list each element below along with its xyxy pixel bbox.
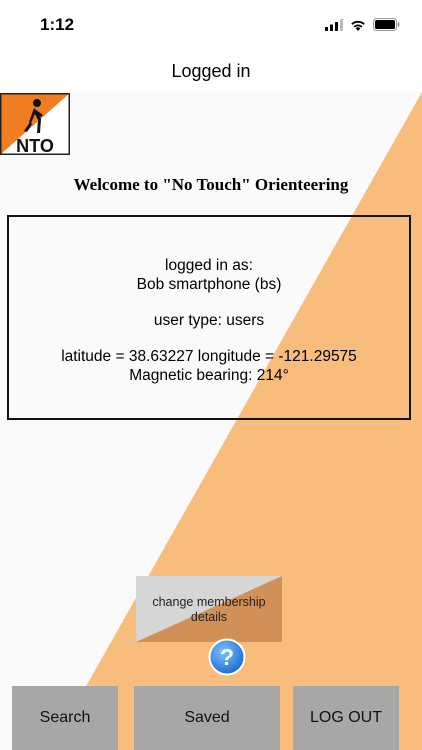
change-membership-label: change membership details <box>152 595 266 624</box>
change-membership-button[interactable]: change membership details <box>136 576 282 642</box>
battery-icon <box>373 18 400 31</box>
question-mark-icon: ? <box>208 638 246 676</box>
search-button[interactable]: Search <box>12 686 118 750</box>
user-info-box: logged in as: Bob smartphone (bs) user t… <box>7 215 411 420</box>
status-icons <box>325 18 400 31</box>
main-content: NTO Welcome to "No Touch" Orienteering l… <box>0 92 422 750</box>
logged-in-as-label: logged in as: <box>165 257 253 274</box>
status-time: 1:12 <box>40 15 75 34</box>
logout-button[interactable]: LOG OUT <box>293 686 399 750</box>
nto-logo: NTO <box>0 93 70 156</box>
user-type: user type: users <box>153 312 265 329</box>
nav-bar: Logged in <box>0 50 422 92</box>
saved-button[interactable]: Saved <box>134 686 280 750</box>
page-title: Logged in <box>171 61 251 81</box>
cellular-signal-icon <box>325 18 343 31</box>
user-name: Bob smartphone (bs) <box>136 276 282 293</box>
coordinates: latitude = 38.63227 longitude = -121.295… <box>61 348 357 365</box>
status-bar: 1:12 <box>0 0 422 50</box>
magnetic-bearing: Magnetic bearing: 214° <box>129 367 289 384</box>
svg-text:?: ? <box>220 644 234 670</box>
welcome-heading: Welcome to "No Touch" Orienteering <box>73 175 349 194</box>
help-button[interactable]: ? <box>208 638 246 676</box>
wifi-icon <box>351 20 365 31</box>
svg-text:NTO: NTO <box>16 136 54 155</box>
